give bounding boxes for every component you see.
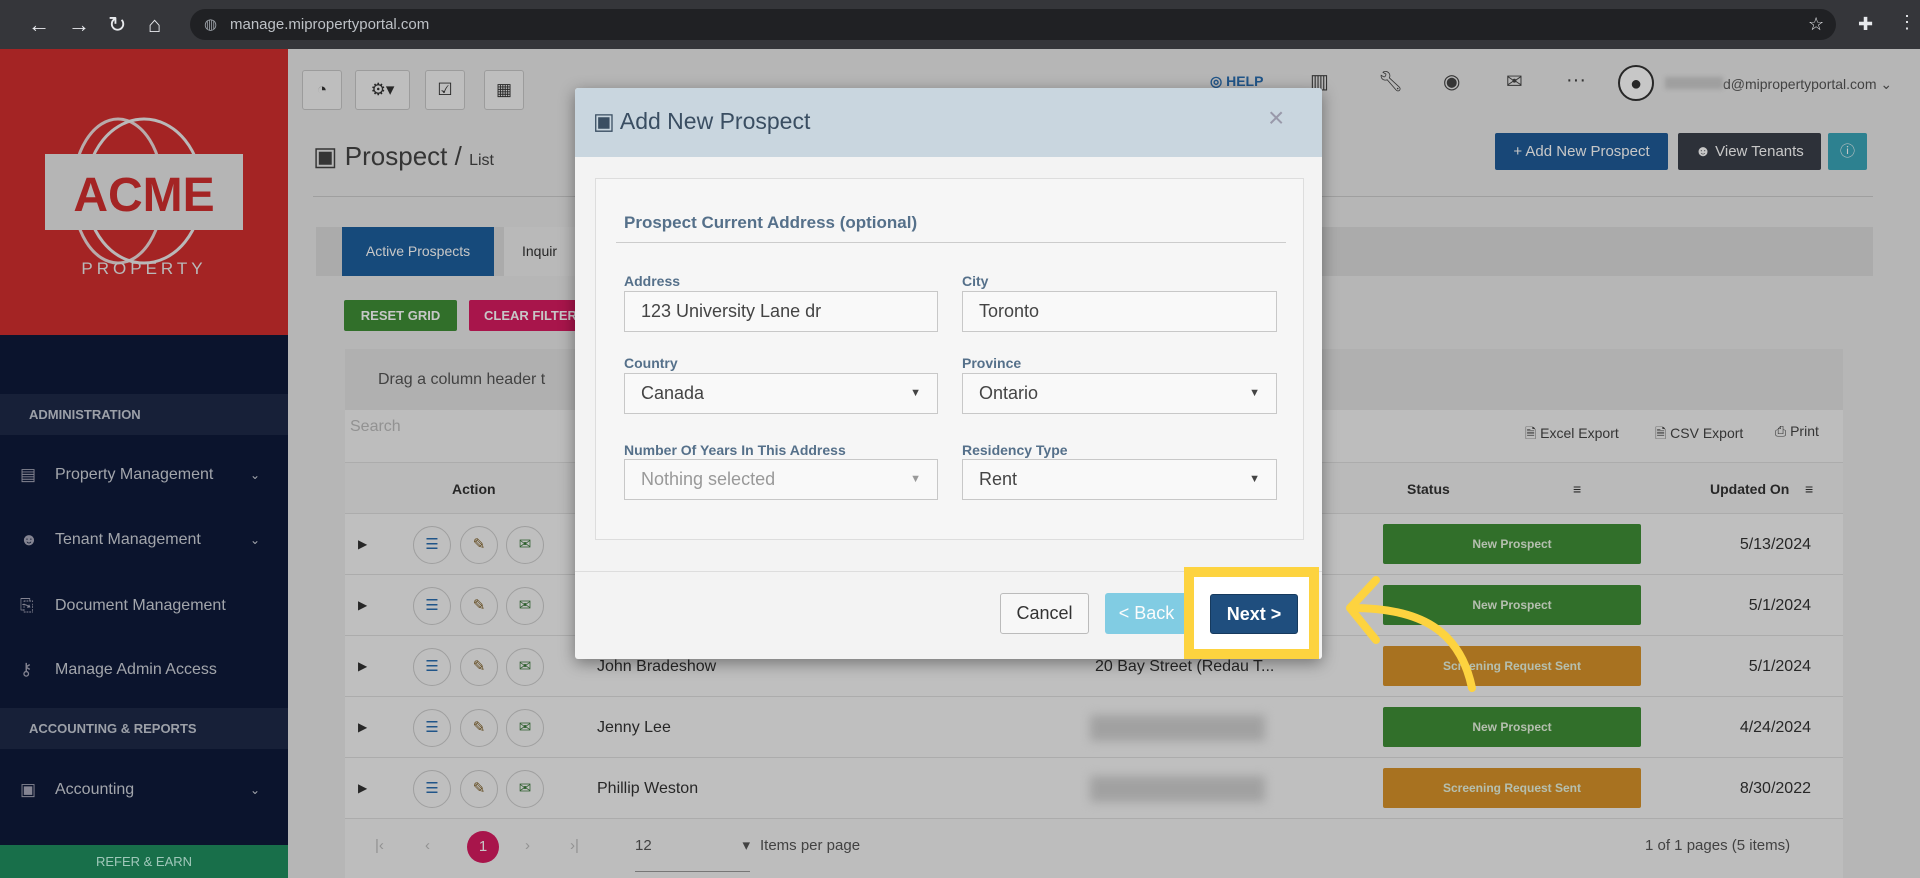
cancel-button[interactable]: Cancel — [1000, 593, 1089, 634]
extensions-icon[interactable]: ✚ — [1858, 14, 1873, 35]
url-text: manage.mipropertyportal.com — [230, 16, 430, 33]
caret-down-icon: ▼ — [910, 473, 921, 485]
country-label: Country — [624, 355, 678, 371]
address-bar[interactable]: ◍ manage.mipropertyportal.com — [190, 9, 1836, 40]
browser-toolbar: ← → ↻ ⌂ ◍ manage.mipropertyportal.com ☆ ✚… — [0, 0, 1920, 49]
back-icon[interactable]: ← — [28, 12, 50, 38]
contact-card-icon: ▣ — [593, 108, 620, 134]
years-label: Number Of Years In This Address — [624, 442, 846, 458]
close-button[interactable]: × — [1268, 102, 1284, 134]
star-icon[interactable]: ☆ — [1808, 14, 1824, 35]
title-text: Add New Prospect — [619, 108, 811, 134]
value: Rent — [979, 469, 1018, 489]
forward-icon[interactable]: → — [68, 12, 90, 38]
back-button[interactable]: < Back — [1105, 593, 1188, 634]
caret-down-icon: ▼ — [1249, 473, 1260, 485]
reload-icon[interactable]: ↻ — [108, 12, 126, 38]
caret-down-icon: ▼ — [1249, 387, 1260, 399]
divider — [616, 242, 1286, 243]
value: Ontario — [979, 383, 1039, 403]
next-button[interactable]: Next > — [1210, 594, 1298, 634]
caret-down-icon: ▼ — [910, 387, 921, 399]
years-select[interactable]: Nothing selected ▼ — [624, 459, 938, 500]
address-input[interactable]: 123 University Lane dr — [624, 291, 938, 332]
section-title: Prospect Current Address (optional) — [624, 213, 918, 232]
province-label: Province — [962, 355, 1022, 371]
address-label: Address — [624, 273, 681, 289]
province-select[interactable]: Ontario ▼ — [962, 373, 1277, 414]
residency-select[interactable]: Rent ▼ — [962, 459, 1277, 500]
address-panel: Prospect Current Address (optional) Addr… — [595, 178, 1304, 540]
arrow-pointer-icon — [1346, 576, 1476, 692]
value: Canada — [641, 383, 705, 403]
country-select[interactable]: Canada ▼ — [624, 373, 938, 414]
city-input[interactable]: Toronto — [962, 291, 1277, 332]
city-label: City — [962, 273, 989, 289]
home-icon[interactable]: ⌂ — [148, 12, 161, 38]
menu-icon[interactable]: ⋮ — [1898, 12, 1916, 33]
modal-header: ▣ Add New Prospect × — [575, 88, 1322, 157]
residency-label: Residency Type — [962, 442, 1068, 458]
value: Nothing selected — [641, 469, 776, 489]
globe-icon: ◍ — [204, 16, 218, 33]
modal-title: ▣ Add New Prospect — [593, 108, 810, 135]
